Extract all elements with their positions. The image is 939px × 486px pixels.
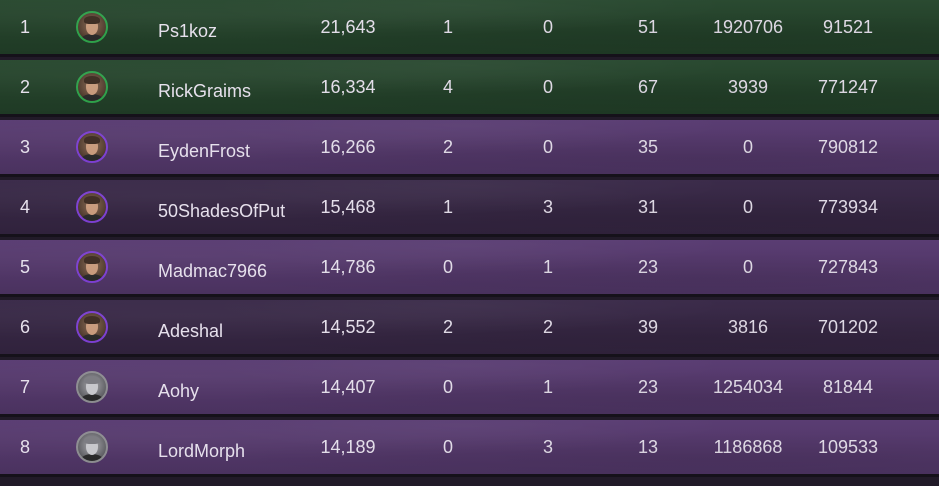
player-name[interactable]: LordMorph xyxy=(158,424,308,478)
leaderboard-row[interactable]: 8 LordMorph 14,189 0 3 13 1186868 109533 xyxy=(0,420,939,477)
stat-cell: 727843 xyxy=(817,257,879,277)
leaderboard-table: 1 Ps1koz 21,643 1 0 51 1920706 91521 2 R… xyxy=(0,0,939,486)
score-cell: 15,468 xyxy=(320,197,376,217)
stat-cell: 3816 xyxy=(727,317,769,337)
avatar[interactable] xyxy=(76,0,108,54)
stat-cell: 39 xyxy=(637,317,659,337)
avatar[interactable] xyxy=(76,180,108,234)
player-name[interactable]: EydenFrost xyxy=(158,124,308,178)
player-portrait-icon xyxy=(76,251,108,283)
rank-cell: 4 xyxy=(19,197,30,217)
score-cell: 14,786 xyxy=(320,257,376,277)
player-portrait-icon xyxy=(76,311,108,343)
stat-cell: 1 xyxy=(442,197,453,217)
score-cell: 14,552 xyxy=(320,317,376,337)
stat-cell: 13 xyxy=(637,437,659,457)
stat-cell: 701202 xyxy=(817,317,879,337)
stat-cell: 1920706 xyxy=(712,17,784,37)
stat-cell: 3939 xyxy=(727,77,769,97)
rank-cell: 6 xyxy=(19,317,30,337)
stat-cell: 35 xyxy=(637,137,659,157)
score-cell: 16,266 xyxy=(320,137,376,157)
player-name[interactable]: RickGraims xyxy=(158,64,308,118)
stat-cell: 23 xyxy=(637,377,659,397)
avatar[interactable] xyxy=(76,60,108,114)
stat-cell: 1254034 xyxy=(712,377,784,397)
rank-cell: 7 xyxy=(19,377,30,397)
avatar[interactable] xyxy=(76,120,108,174)
rank-cell: 1 xyxy=(19,17,30,37)
stat-cell: 790812 xyxy=(817,137,879,157)
rank-cell: 8 xyxy=(19,437,30,457)
player-name[interactable]: Ps1koz xyxy=(158,4,308,58)
stat-cell: 0 xyxy=(542,137,553,157)
player-portrait-icon xyxy=(76,11,108,43)
leaderboard-row[interactable]: 7 Aohy 14,407 0 1 23 1254034 81844 xyxy=(0,360,939,417)
avatar[interactable] xyxy=(76,420,108,474)
stat-cell: 0 xyxy=(442,437,453,457)
leaderboard-row[interactable]: 5 Madmac7966 14,786 0 1 23 0 727843 xyxy=(0,240,939,297)
player-portrait-icon xyxy=(76,431,108,463)
stat-cell: 1 xyxy=(442,17,453,37)
rank-cell: 3 xyxy=(19,137,30,157)
stat-cell: 2 xyxy=(542,317,553,337)
stat-cell: 0 xyxy=(742,257,753,277)
player-name[interactable]: 50ShadesOfPut xyxy=(158,184,308,238)
rank-cell: 2 xyxy=(19,77,30,97)
stat-cell: 4 xyxy=(442,77,453,97)
score-cell: 14,189 xyxy=(320,437,376,457)
stat-cell: 2 xyxy=(442,317,453,337)
stat-cell: 0 xyxy=(542,77,553,97)
leaderboard-row[interactable]: 6 Adeshal 14,552 2 2 39 3816 701202 xyxy=(0,300,939,357)
leaderboard-row[interactable]: 2 RickGraims 16,334 4 0 67 3939 771247 xyxy=(0,60,939,117)
avatar[interactable] xyxy=(76,240,108,294)
stat-cell: 109533 xyxy=(817,437,879,457)
score-cell: 21,643 xyxy=(320,17,376,37)
stat-cell: 1186868 xyxy=(713,437,783,457)
stat-cell: 3 xyxy=(542,437,553,457)
stat-cell: 3 xyxy=(542,197,553,217)
stat-cell: 81844 xyxy=(822,377,874,397)
stat-cell: 51 xyxy=(637,17,659,37)
player-name[interactable]: Aohy xyxy=(158,364,308,418)
leaderboard-row[interactable]: 3 EydenFrost 16,266 2 0 35 0 790812 xyxy=(0,120,939,177)
stat-cell: 0 xyxy=(742,197,753,217)
player-portrait-icon xyxy=(76,371,108,403)
stat-cell: 773934 xyxy=(817,197,879,217)
player-portrait-icon xyxy=(76,191,108,223)
player-portrait-icon xyxy=(76,131,108,163)
stat-cell: 0 xyxy=(542,17,553,37)
stat-cell: 0 xyxy=(742,137,753,157)
stat-cell: 1 xyxy=(542,257,553,277)
stat-cell: 1 xyxy=(542,377,553,397)
player-portrait-icon xyxy=(76,71,108,103)
stat-cell: 0 xyxy=(442,257,453,277)
stat-cell: 0 xyxy=(442,377,453,397)
stat-cell: 2 xyxy=(442,137,453,157)
rank-cell: 5 xyxy=(19,257,30,277)
score-cell: 16,334 xyxy=(320,77,376,97)
avatar[interactable] xyxy=(76,360,108,414)
leaderboard-row[interactable]: 4 50ShadesOfPut 15,468 1 3 31 0 773934 xyxy=(0,180,939,237)
player-name[interactable]: Adeshal xyxy=(158,304,308,358)
stat-cell: 31 xyxy=(637,197,659,217)
player-name[interactable]: Madmac7966 xyxy=(158,244,308,298)
stat-cell: 771247 xyxy=(817,77,879,97)
score-cell: 14,407 xyxy=(320,377,376,397)
leaderboard-row[interactable]: 1 Ps1koz 21,643 1 0 51 1920706 91521 xyxy=(0,0,939,57)
avatar[interactable] xyxy=(76,300,108,354)
stat-cell: 23 xyxy=(637,257,659,277)
stat-cell: 91521 xyxy=(822,17,874,37)
stat-cell: 67 xyxy=(637,77,659,97)
